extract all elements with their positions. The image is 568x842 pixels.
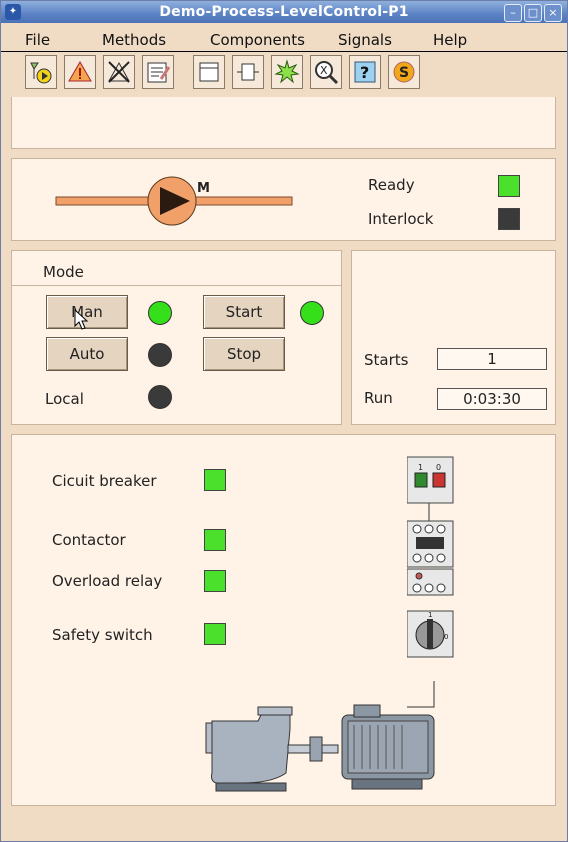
- run-time-field: 0:03:30: [437, 388, 547, 410]
- ready-label: Ready: [368, 176, 415, 194]
- motor-label: M: [197, 181, 210, 196]
- breaker-on-text: 1: [418, 463, 423, 472]
- close-button[interactable]: ×: [544, 4, 562, 22]
- trend-icon: [30, 62, 52, 84]
- alarm-icon: [68, 61, 92, 82]
- contactor-label: Contactor: [52, 531, 126, 549]
- device-chain: 1 0 0 1: [407, 456, 454, 708]
- menu-components[interactable]: Components: [210, 31, 305, 49]
- note-icon: [147, 62, 171, 83]
- menu-help[interactable]: Help: [433, 31, 467, 49]
- mouse-cursor-icon: [74, 309, 89, 330]
- contactor-device: [407, 520, 454, 568]
- start-button[interactable]: Start: [203, 295, 285, 329]
- menu-signals[interactable]: Signals: [338, 31, 392, 49]
- pump-symbol[interactable]: [52, 169, 302, 229]
- object-icon: [237, 63, 259, 81]
- s-icon: S: [393, 61, 415, 83]
- circuit-breaker-indicator: [204, 469, 226, 491]
- circuit-breaker-device: [407, 456, 454, 504]
- alarm-button[interactable]: [64, 55, 96, 89]
- safety-switch-label: Safety switch: [52, 626, 153, 644]
- svg-text:X: X: [320, 64, 328, 77]
- mode-heading: Mode: [43, 263, 84, 281]
- notes-button[interactable]: [142, 55, 174, 89]
- run-label: Run: [364, 389, 393, 407]
- start-indicator: [300, 301, 324, 325]
- auto-button[interactable]: Auto: [46, 337, 128, 371]
- application-window: ✦ Demo-Process-LevelControl-P1 – □ × Fil…: [0, 0, 568, 842]
- toolbar: X ? S: [1, 52, 567, 97]
- pump-motor-illustration: [205, 704, 435, 792]
- sim-icon: [274, 59, 300, 84]
- title-bar[interactable]: ✦ Demo-Process-LevelControl-P1 – □ ×: [1, 1, 567, 23]
- help-button[interactable]: ?: [349, 55, 381, 89]
- svg-text:?: ?: [360, 63, 369, 82]
- contactor-indicator: [204, 529, 226, 551]
- stop-button[interactable]: Stop: [203, 337, 285, 371]
- auto-indicator: [148, 343, 172, 367]
- menu-file[interactable]: File: [25, 31, 50, 49]
- safety-switch-indicator: [204, 623, 226, 645]
- breaker-off-text: 0: [436, 463, 441, 472]
- overload-relay-device: [407, 568, 454, 596]
- starts-value-field: 1: [437, 348, 547, 370]
- graph-icon: [199, 62, 219, 82]
- menu-methods[interactable]: Methods: [102, 31, 166, 49]
- counters-panel: Starts 1 Run 0:03:30: [351, 250, 556, 425]
- interlock-label: Interlock: [368, 210, 434, 228]
- minimize-button[interactable]: –: [504, 4, 522, 22]
- man-indicator: [148, 301, 172, 325]
- help-icon: ?: [354, 61, 376, 83]
- crossref-button[interactable]: X: [310, 55, 342, 89]
- crossref-icon: X: [315, 61, 339, 85]
- s-button[interactable]: S: [388, 55, 420, 89]
- mode-panel: Mode Man Start Auto Stop Local: [11, 250, 342, 425]
- interlock-indicator: [498, 208, 520, 230]
- switch-on-text: 1: [428, 611, 432, 619]
- graph-button[interactable]: [193, 55, 225, 89]
- signals-panel: Cicuit breaker Contactor Overload relay …: [11, 434, 556, 806]
- switch-off-text: 0: [444, 633, 448, 641]
- overload-relay-label: Overload relay: [52, 572, 163, 590]
- blocked-icon: [108, 61, 130, 83]
- maximize-button[interactable]: □: [524, 4, 542, 22]
- toolbar-area: [11, 97, 556, 149]
- trend-button[interactable]: [25, 55, 57, 89]
- window-title: Demo-Process-LevelControl-P1: [159, 4, 409, 20]
- object-button[interactable]: [232, 55, 264, 89]
- overload-relay-indicator: [204, 570, 226, 592]
- local-label: Local: [45, 390, 84, 408]
- menu-bar: File Methods Components Signals Help: [1, 23, 567, 52]
- svg-text:S: S: [399, 65, 409, 81]
- simulate-button[interactable]: [271, 55, 303, 89]
- pump-panel: M Ready Interlock: [11, 158, 556, 241]
- circuit-breaker-label: Cicuit breaker: [52, 472, 157, 490]
- blocked-button[interactable]: [103, 55, 135, 89]
- starts-label: Starts: [364, 351, 409, 369]
- local-indicator: [148, 385, 172, 409]
- ready-indicator: [498, 175, 520, 197]
- mode-divider: [12, 285, 341, 286]
